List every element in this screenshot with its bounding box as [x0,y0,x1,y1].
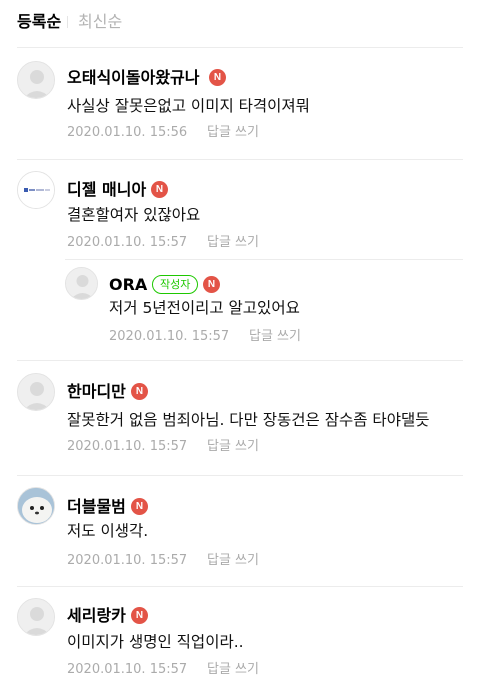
sort-tab-latest[interactable]: 최신순 [78,11,122,33]
reply-text: 저거 5년전이리고 알고있어요 [109,299,300,317]
avatar[interactable] [17,171,55,209]
reply-button[interactable]: 답글 쓰기 [207,234,259,252]
sort-bar: 등록순 최신순 [0,0,480,48]
new-badge-icon: N [203,276,220,293]
comment-date: 2020.01.10. 15:56 [67,125,188,140]
new-badge-icon: N [131,607,148,624]
seal-profile-icon [18,488,54,524]
comment-date: 2020.01.10. 15:57 [67,439,188,454]
comment-item: 오태식이돌아왔규나 N 사실상 잘못은없고 이미지 타격이져뭐 2020.01.… [0,48,480,159]
writer-badge: 작성자 [152,275,199,294]
default-profile-icon [18,599,54,635]
avatar[interactable] [65,267,98,300]
sort-tab-registered[interactable]: 등록순 [17,11,61,33]
comment-nickname[interactable]: 디젤 매니아 [67,179,146,201]
new-badge-icon: N [209,69,226,86]
sort-divider [67,16,68,28]
new-badge-icon: N [151,181,168,198]
default-profile-icon [18,374,54,410]
comment-item: 한마디만 N 잘못한거 없음 범죄아님. 다만 장동건은 잠수좀 타야댈듯 20… [0,361,480,475]
comment-date: 2020.01.10. 15:57 [67,662,188,677]
comment-item: 디젤 매니아 N 결혼할여자 있잖아요 2020.01.10. 15:57 답글… [0,160,480,360]
new-badge-icon: N [131,498,148,515]
new-badge-icon: N [131,383,148,400]
avatar[interactable] [17,373,55,411]
default-profile-icon [66,268,97,299]
reply-button[interactable]: 답글 쓰기 [207,438,259,456]
comment-item: 더블물범 N 저도 이생각. 2020.01.10. 15:57 답글 쓰기 [0,476,480,586]
divider [65,259,463,260]
comment-text: 이미지가 생명인 직업이라.. [67,633,244,651]
reply-date: 2020.01.10. 15:57 [109,329,230,344]
reply-button[interactable]: 답글 쓰기 [249,328,301,346]
comment-text: 사실상 잘못은없고 이미지 타격이져뭐 [67,97,310,115]
comment-text: 결혼할여자 있잖아요 [67,206,201,224]
comment-nickname[interactable]: 오태식이돌아왔규나 [67,67,199,89]
avatar[interactable] [17,598,55,636]
comment-text: 저도 이생각. [67,522,149,540]
comment-nickname[interactable]: 더블물범 [67,496,126,518]
avatar[interactable] [17,61,55,99]
comment-nickname[interactable]: 세리랑카 [67,605,126,627]
reply-button[interactable]: 답글 쓰기 [207,552,259,570]
comment-date: 2020.01.10. 15:57 [67,235,188,250]
reply-button[interactable]: 답글 쓰기 [207,661,259,679]
avatar[interactable] [17,487,55,525]
reply-nickname[interactable]: ORA [109,274,147,296]
comment-text: 잘못한거 없음 범죄아님. 다만 장동건은 잠수좀 타야댈듯 [67,411,430,429]
reply-button[interactable]: 답글 쓰기 [207,124,259,142]
default-profile-icon [18,62,54,98]
comment-nickname[interactable]: 한마디만 [67,381,126,403]
profile-image-icon [18,172,54,208]
comment-item: 세리랑카 N 이미지가 생명인 직업이라.. 2020.01.10. 15:57… [0,587,480,693]
comment-date: 2020.01.10. 15:57 [67,553,188,568]
